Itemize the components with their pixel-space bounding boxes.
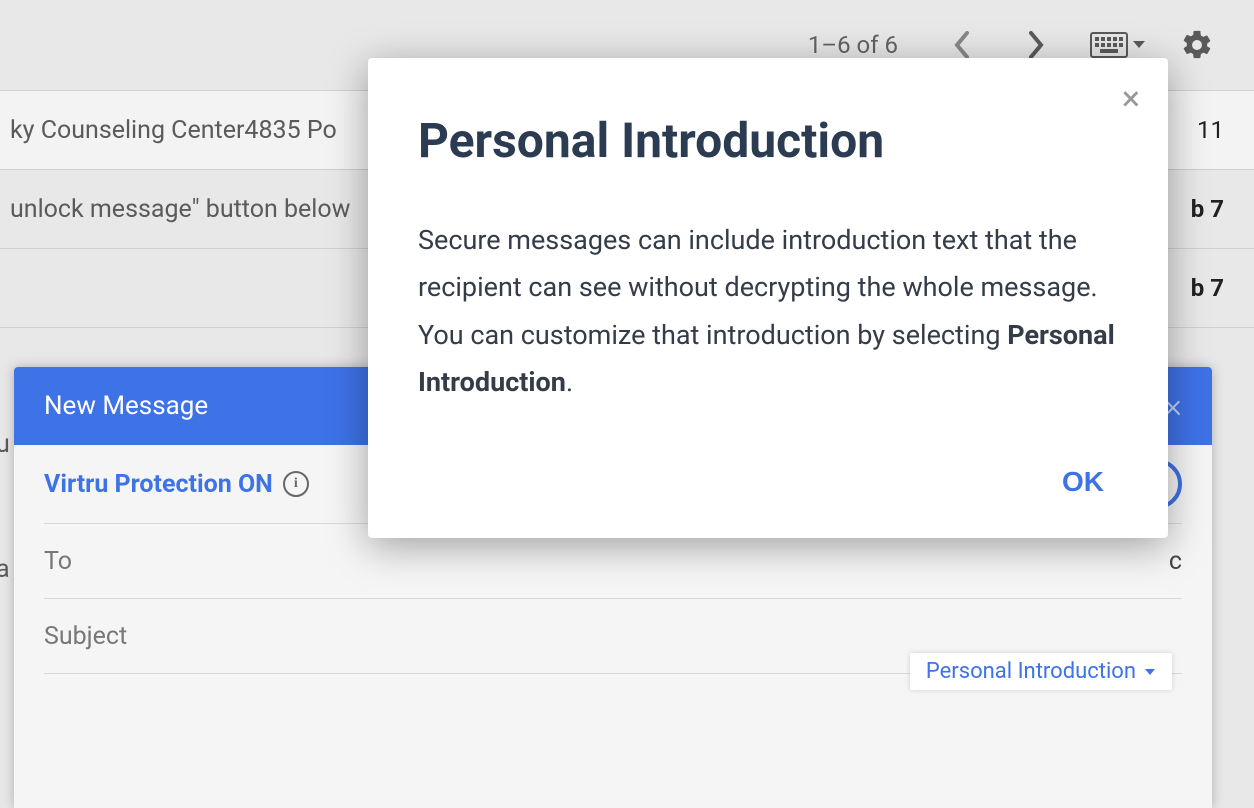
cc-bcc-hint[interactable]: c xyxy=(1169,547,1182,576)
personal-introduction-dropdown[interactable]: Personal Introduction xyxy=(910,653,1172,690)
virtru-label: Virtru Protection ON xyxy=(44,470,273,499)
ok-button[interactable]: OK xyxy=(1048,460,1118,504)
modal-body-suffix: . xyxy=(566,366,573,398)
personal-introduction-label: Personal Introduction xyxy=(926,659,1136,684)
modal-body-prefix: Secure messages can include introduction… xyxy=(418,224,1098,351)
caret-down-icon xyxy=(1144,668,1156,676)
subject-label: Subject xyxy=(44,622,127,651)
gear-icon xyxy=(1180,28,1214,62)
compose-title: New Message xyxy=(44,391,208,421)
settings-button[interactable] xyxy=(1180,28,1214,62)
page-count: 1–6 of 6 xyxy=(808,31,898,59)
background-text: a xyxy=(0,555,10,584)
modal-body: Secure messages can include introduction… xyxy=(418,217,1118,406)
to-label: To xyxy=(44,547,72,576)
mail-date: b 7 xyxy=(1191,195,1224,223)
modal-heading: Personal Introduction xyxy=(418,112,1118,169)
chevron-right-icon xyxy=(1027,31,1045,59)
chevron-left-icon xyxy=(953,31,971,59)
personal-introduction-modal: × Personal Introduction Secure messages … xyxy=(368,58,1168,538)
keyboard-icon xyxy=(1090,32,1128,58)
virtru-protection-toggle[interactable]: Virtru Protection ON i xyxy=(44,470,309,499)
mail-date: 11 xyxy=(1197,116,1224,144)
mail-date: b 7 xyxy=(1191,274,1224,302)
input-tools-button[interactable] xyxy=(1090,32,1146,58)
background-text: u xyxy=(0,430,10,459)
caret-down-icon xyxy=(1132,40,1146,50)
info-icon[interactable]: i xyxy=(283,471,309,497)
modal-close-button[interactable]: × xyxy=(1122,82,1140,116)
